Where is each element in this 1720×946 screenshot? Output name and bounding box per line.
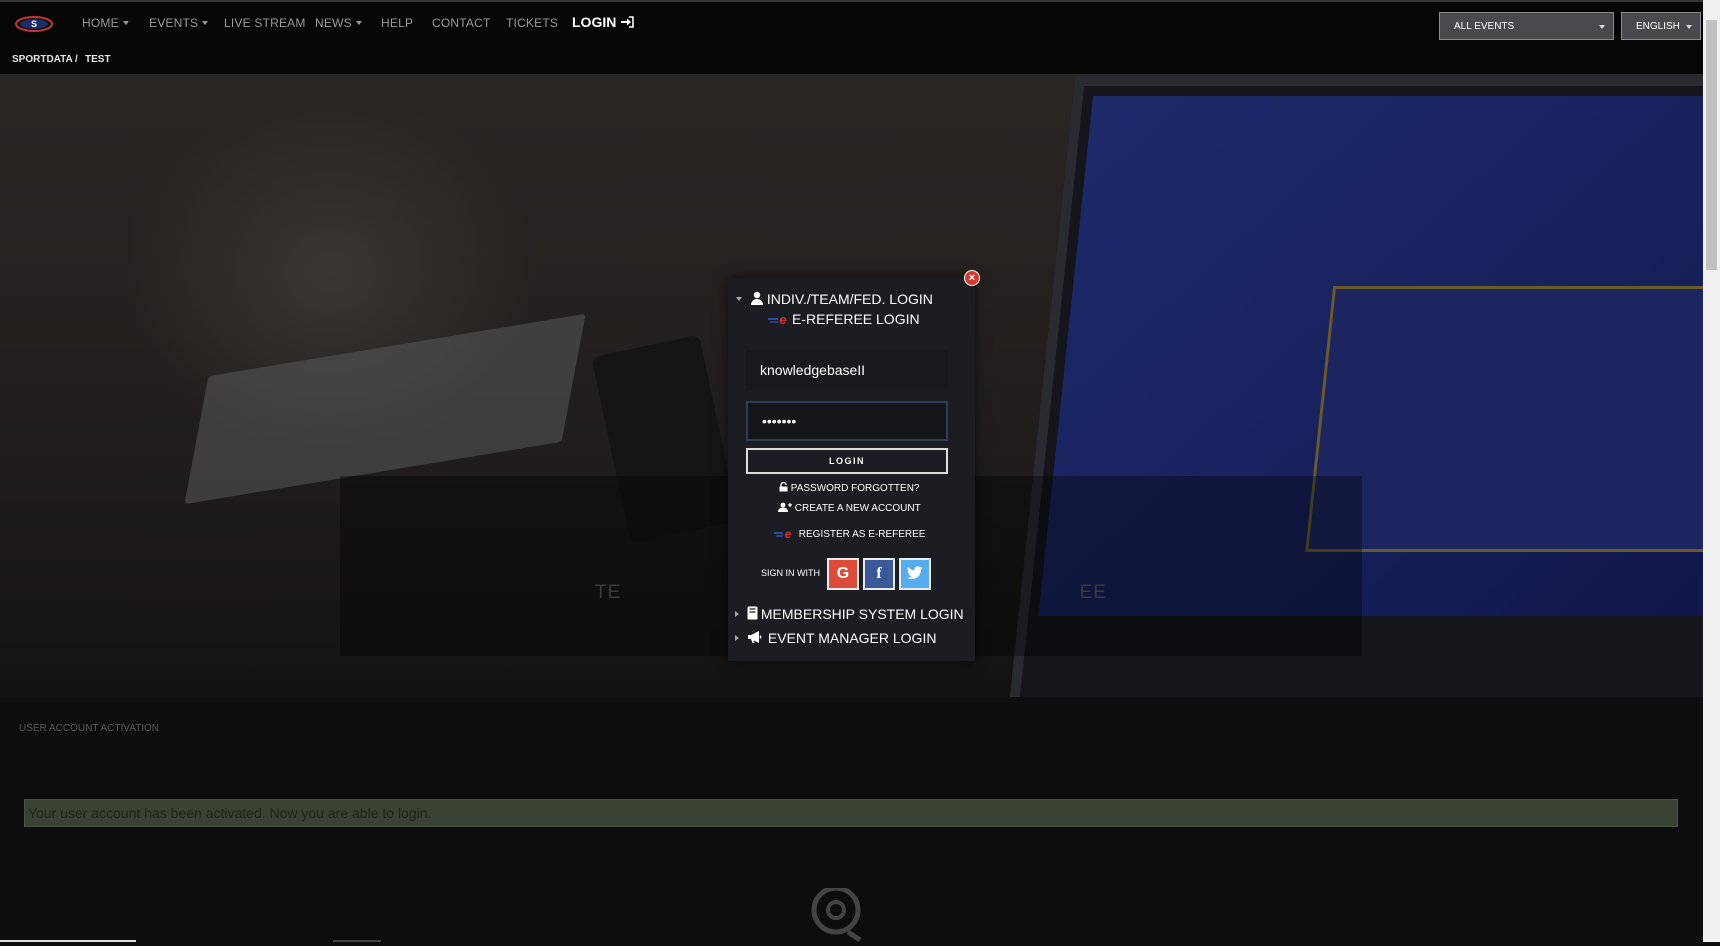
event-select[interactable]: ALL EVENTS xyxy=(1439,12,1614,40)
google-signin-button[interactable]: G xyxy=(827,558,859,590)
password-forgotten-label: PASSWORD FORGOTTEN? xyxy=(790,483,920,494)
breadcrumb: SPORTDATA / TEST xyxy=(0,47,1703,74)
breadcrumb-sportdata[interactable]: SPORTDATA xyxy=(12,54,73,65)
create-account-link[interactable]: CREATE A NEW ACCOUNT xyxy=(778,502,921,514)
hero-laptop-window xyxy=(1305,286,1703,552)
caret-right-icon xyxy=(735,635,739,641)
svg-text:S: S xyxy=(31,19,37,29)
user-icon xyxy=(750,291,763,305)
chevron-down-icon xyxy=(122,21,129,25)
user-plus-icon xyxy=(778,502,792,512)
sportdata-logo[interactable]: S xyxy=(14,14,54,34)
event-manager-login-header[interactable]: EVENT MANAGER LOGIN xyxy=(735,630,936,646)
event-select-value: ALL EVENTS xyxy=(1454,21,1515,32)
ereferee-logo-icon: e xyxy=(768,312,787,327)
chevron-down-icon xyxy=(355,21,362,25)
chevron-down-icon xyxy=(1599,25,1605,29)
twitter-icon xyxy=(907,566,923,580)
register-ereferee-link[interactable]: e REGISTER AS E-REFEREE xyxy=(774,526,926,541)
ereferee-login-header[interactable]: e E-REFEREE LOGIN xyxy=(768,311,920,327)
nav-home[interactable]: HOME xyxy=(82,16,129,30)
google-icon: G xyxy=(836,565,850,582)
close-icon[interactable]: × xyxy=(964,270,980,286)
nav-events-label: EVENTS xyxy=(149,16,199,30)
password-forgotten-link[interactable]: PASSWORD FORGOTTEN? xyxy=(779,481,920,494)
sign-in-icon xyxy=(621,16,635,28)
unlock-icon xyxy=(779,481,788,492)
indiv-login-header[interactable]: INDIV./TEAM/FED. LOGIN xyxy=(736,291,933,307)
language-select-value: ENGLISH xyxy=(1636,21,1680,32)
activation-alert: Your user account has been activated. No… xyxy=(24,799,1678,827)
top-navbar: S HOME EVENTS LIVE STREAM NEWS HELP CONT… xyxy=(0,0,1703,47)
breadcrumb-separator: / xyxy=(75,54,78,65)
chevron-down-icon xyxy=(1686,25,1692,29)
section-title: USER ACCOUNT ACTIVATION xyxy=(19,723,160,734)
activation-alert-text: Your user account has been activated. No… xyxy=(28,805,432,821)
twitter-signin-button[interactable] xyxy=(899,558,931,590)
login-button[interactable]: LOGIN xyxy=(746,448,948,474)
map-pin-icon xyxy=(811,888,862,943)
nav-news-label: NEWS xyxy=(315,16,352,30)
caret-right-icon xyxy=(735,611,739,617)
indiv-login-label: INDIV./TEAM/FED. LOGIN xyxy=(766,291,933,307)
book-icon xyxy=(747,606,758,620)
password-input[interactable] xyxy=(746,401,948,441)
nav-contact[interactable]: CONTACT xyxy=(432,16,491,30)
facebook-signin-button[interactable]: f xyxy=(863,558,895,590)
bullhorn-icon xyxy=(747,631,762,643)
nav-news[interactable]: NEWS xyxy=(315,16,362,30)
ereferee-login-label: E-REFEREE LOGIN xyxy=(792,311,920,327)
breadcrumb-test: TEST xyxy=(85,54,111,65)
caret-down-icon xyxy=(736,297,742,301)
username-input[interactable] xyxy=(746,350,948,390)
ereferee-logo-icon: e xyxy=(774,527,792,541)
create-account-label: CREATE A NEW ACCOUNT xyxy=(794,503,921,514)
nav-login[interactable]: LOGIN xyxy=(572,14,635,30)
svg-text:e: e xyxy=(785,527,792,540)
nav-help[interactable]: HELP xyxy=(381,16,413,30)
facebook-icon: f xyxy=(876,565,882,582)
nav-login-label: LOGIN xyxy=(572,14,617,30)
nav-tickets[interactable]: TICKETS xyxy=(506,16,558,30)
nav-live-stream[interactable]: LIVE STREAM xyxy=(224,16,306,30)
scrollbar-thumb[interactable] xyxy=(1706,20,1717,270)
register-ereferee-label: REGISTER AS E-REFEREE xyxy=(798,529,926,540)
membership-login-label: MEMBERSHIP SYSTEM LOGIN xyxy=(760,606,964,622)
membership-login-header[interactable]: MEMBERSHIP SYSTEM LOGIN xyxy=(735,606,964,622)
event-manager-login-label: EVENT MANAGER LOGIN xyxy=(767,630,937,646)
sign-in-with-label: SIGN IN WITH xyxy=(761,568,820,578)
nav-events[interactable]: EVENTS xyxy=(149,16,209,30)
nav-home-label: HOME xyxy=(82,16,119,30)
chevron-down-icon xyxy=(202,21,209,25)
svg-text:e: e xyxy=(779,312,786,326)
language-select[interactable]: ENGLISH xyxy=(1621,12,1701,40)
